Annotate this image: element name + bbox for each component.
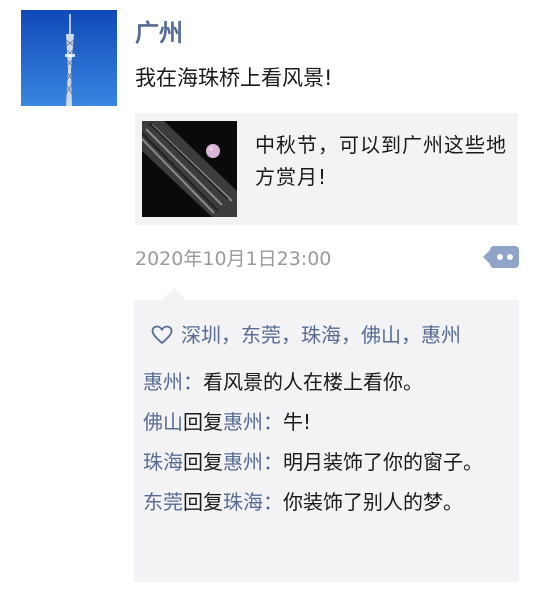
comments-list: 惠州：看风景的人在楼上看你。 佛山回复惠州：牛! 珠海回复惠州：明月装饰了你的窗子。… — [143, 362, 515, 522]
comment-panel-arrow — [162, 288, 186, 300]
comment-text: 牛! — [283, 410, 312, 434]
comment-text: 你装饰了别人的梦。 — [283, 490, 463, 514]
reply-target[interactable]: 惠州 — [223, 410, 263, 434]
comment-colon: ： — [263, 490, 283, 514]
like-name[interactable]: 佛山 — [361, 320, 401, 350]
post-timestamp: 2020年10月1日23:00 — [135, 248, 332, 270]
comment-item[interactable]: 惠州：看风景的人在楼上看你。 — [143, 362, 515, 402]
like-separator: ， — [341, 323, 361, 347]
like-separator: ， — [221, 323, 241, 347]
comment-colon: ： — [183, 370, 203, 394]
reply-label: 回复 — [183, 490, 223, 514]
moon-over-building-photo — [142, 121, 237, 217]
comment-author[interactable]: 珠海 — [143, 450, 183, 474]
comment-text: 明月装饰了你的窗子。 — [283, 450, 483, 474]
comment-colon: ： — [263, 410, 283, 434]
link-title: 中秋节，可以到广州这些地方赏月! — [255, 133, 507, 189]
reply-target[interactable]: 惠州 — [223, 450, 263, 474]
canton-tower-photo — [21, 10, 117, 106]
comment-item[interactable]: 珠海回复惠州：明月装饰了你的窗子。 — [143, 442, 515, 482]
like-separator: ， — [281, 323, 301, 347]
reply-target[interactable]: 珠海 — [223, 490, 263, 514]
heart-icon — [151, 325, 173, 345]
comment-author[interactable]: 佛山 — [143, 410, 183, 434]
comment-text: 看风景的人在楼上看你。 — [203, 370, 423, 394]
reply-label: 回复 — [183, 410, 223, 434]
avatar[interactable] — [21, 10, 117, 106]
post-text: 我在海珠桥上看风景! — [135, 66, 333, 90]
comment-more-icon — [483, 246, 519, 268]
link-thumbnail — [142, 121, 237, 217]
reply-label: 回复 — [183, 450, 223, 474]
shared-link-card[interactable]: 中秋节，可以到广州这些地方赏月! — [135, 113, 518, 225]
comment-more-button[interactable] — [483, 243, 519, 271]
comment-item[interactable]: 佛山回复惠州：牛! — [143, 402, 515, 442]
comment-author[interactable]: 东莞 — [143, 490, 183, 514]
like-separator: ， — [401, 323, 421, 347]
like-name[interactable]: 深圳 — [181, 320, 221, 350]
comment-colon: ： — [263, 450, 283, 474]
comment-author[interactable]: 惠州 — [143, 370, 183, 394]
post-author-name[interactable]: 广州 — [135, 16, 183, 50]
likes-row: 深圳，东莞，珠海，佛山，惠州 — [151, 320, 461, 350]
like-name[interactable]: 珠海 — [301, 320, 341, 350]
comment-item[interactable]: 东莞回复珠海：你装饰了别人的梦。 — [143, 482, 515, 522]
like-name[interactable]: 惠州 — [421, 320, 461, 350]
like-name[interactable]: 东莞 — [241, 320, 281, 350]
